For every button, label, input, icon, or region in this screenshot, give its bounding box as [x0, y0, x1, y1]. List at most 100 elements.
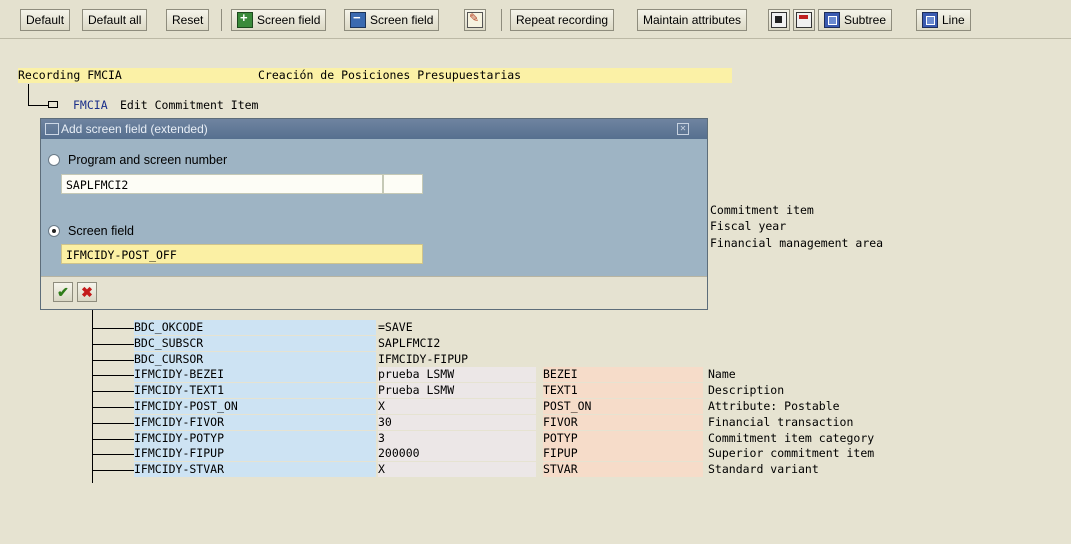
confirm-button[interactable]: ✔: [53, 282, 73, 302]
row-field-name[interactable]: IFMCIDY-POST_ON: [134, 399, 376, 414]
subtree-icon: [824, 12, 840, 28]
dialog-footer: ✔ ✖: [41, 276, 707, 309]
row-short-name: BEZEI: [543, 367, 703, 382]
add-screen-field-label: Screen field: [257, 13, 321, 27]
row-description: Superior commitment item: [708, 446, 875, 460]
line-button[interactable]: Line: [916, 9, 971, 31]
tree-line: [28, 84, 29, 105]
tree-line: [92, 454, 134, 455]
tree-line: [92, 407, 134, 408]
row-field-name[interactable]: IFMCIDY-BEZEI: [134, 367, 376, 382]
dialog-title: Add screen field (extended): [61, 122, 208, 136]
checkmark-icon: ✔: [57, 283, 69, 300]
toolbar-separator: [221, 9, 222, 31]
cancel-button[interactable]: ✖: [77, 282, 97, 302]
insert-block-button[interactable]: [768, 9, 790, 31]
side-field-commitment-item: Commitment item: [710, 203, 814, 217]
row-short-name: FIVOR: [543, 415, 703, 430]
delete-block-icon: [796, 12, 812, 28]
row-description: Commitment item category: [708, 431, 875, 445]
row-description: Attribute: Postable: [708, 399, 840, 413]
row-field-value[interactable]: prueba LSMW: [378, 367, 536, 382]
row-field-value[interactable]: X: [378, 462, 536, 477]
tree-line: [92, 470, 134, 471]
side-field-fiscal-year: Fiscal year: [710, 219, 787, 233]
row-field-value[interactable]: =SAVE: [378, 320, 536, 335]
maintain-attributes-label: Maintain attributes: [643, 13, 742, 27]
reset-label: Reset: [172, 13, 204, 27]
row-field-name[interactable]: BDC_CURSOR: [134, 352, 376, 367]
repeat-recording-label: Repeat recording: [516, 13, 609, 27]
subtree-button[interactable]: Subtree: [818, 9, 893, 31]
delete-block-button[interactable]: [793, 9, 815, 31]
recording-name: Recording FMCIA: [18, 68, 258, 83]
delete-screen-field-button[interactable]: Screen field: [344, 9, 440, 31]
program-radio[interactable]: [48, 154, 60, 166]
row-field-name[interactable]: IFMCIDY-FIPUP: [134, 446, 376, 461]
recording-description: Creación de Posiciones Presupuestarias: [258, 68, 732, 83]
delete-screen-field-label: Screen field: [370, 13, 434, 27]
line-label: Line: [942, 13, 965, 27]
row-field-name[interactable]: IFMCIDY-STVAR: [134, 462, 376, 477]
program-input[interactable]: SAPLFMCI2: [61, 174, 383, 194]
row-short-name: FIPUP: [543, 446, 703, 461]
add-screen-field-dialog: Add screen field (extended) ✕ Program an…: [40, 118, 708, 310]
tree-line: [92, 391, 134, 392]
row-description: Description: [708, 383, 785, 397]
default-all-label: Default all: [88, 13, 142, 27]
row-description: Financial transaction: [708, 415, 854, 429]
edit-icon: [467, 11, 483, 28]
program-label: Program and screen number: [68, 153, 228, 167]
row-short-name: STVAR: [543, 462, 703, 477]
tree-line: [92, 360, 134, 361]
maintain-attributes-button[interactable]: Maintain attributes: [637, 9, 748, 31]
row-field-value[interactable]: SAPLFMCI2: [378, 336, 536, 351]
screen-folder-icon: [48, 101, 58, 108]
cancel-icon: ✖: [81, 283, 93, 300]
tree-line: [92, 375, 134, 376]
edit-button[interactable]: [464, 9, 486, 31]
row-field-name[interactable]: BDC_SUBSCR: [134, 336, 376, 351]
row-field-value[interactable]: 30: [378, 415, 536, 430]
screen-field-delete-icon: [350, 10, 366, 28]
row-field-name[interactable]: BDC_OKCODE: [134, 320, 376, 335]
screen-number-input[interactable]: [383, 174, 423, 194]
row-field-value[interactable]: 3: [378, 431, 536, 446]
row-field-value[interactable]: 200000: [378, 446, 536, 461]
tree-line: [92, 423, 134, 424]
row-field-value[interactable]: IFMCIDY-FIPUP: [378, 352, 536, 367]
insert-block-icon: [771, 12, 787, 28]
application-toolbar: Default Default all Reset Screen field S…: [0, 0, 1071, 39]
tree-line: [92, 344, 134, 345]
row-short-name: POTYP: [543, 431, 703, 446]
reset-button[interactable]: Reset: [166, 9, 210, 31]
side-field-fm-area: Financial management area: [710, 236, 884, 250]
default-button[interactable]: Default: [20, 9, 71, 31]
row-field-name[interactable]: IFMCIDY-FIVOR: [134, 415, 376, 430]
tree-line: [92, 305, 93, 483]
tree-line: [92, 328, 134, 329]
dialog-close-icon[interactable]: ✕: [677, 123, 689, 135]
transaction-text: Edit Commitment Item: [120, 98, 259, 112]
repeat-recording-button[interactable]: Repeat recording: [510, 9, 615, 31]
screen-field-radio[interactable]: [48, 225, 60, 237]
tree-line: [28, 105, 48, 106]
toolbar-separator: [501, 9, 502, 31]
row-description: Standard variant: [708, 462, 819, 476]
row-short-name: TEXT1: [543, 383, 703, 398]
tree-line: [92, 439, 134, 440]
row-field-name[interactable]: IFMCIDY-TEXT1: [134, 383, 376, 398]
add-screen-field-button[interactable]: Screen field: [231, 9, 327, 31]
row-field-value[interactable]: Prueba LSMW: [378, 383, 536, 398]
row-field-name[interactable]: IFMCIDY-POTYP: [134, 431, 376, 446]
line-icon: [922, 12, 938, 28]
dialog-title-bar: Add screen field (extended) ✕: [41, 119, 707, 139]
row-field-value[interactable]: X: [378, 399, 536, 414]
screen-field-add-icon: [237, 10, 253, 28]
dialog-window-icon: [45, 123, 59, 135]
screen-field-input[interactable]: IFMCIDY-POST_OFF: [61, 244, 423, 264]
screen-field-label: Screen field: [68, 224, 135, 238]
default-all-button[interactable]: Default all: [82, 9, 148, 31]
default-label: Default: [26, 13, 65, 27]
transaction-code[interactable]: FMCIA: [73, 98, 108, 113]
